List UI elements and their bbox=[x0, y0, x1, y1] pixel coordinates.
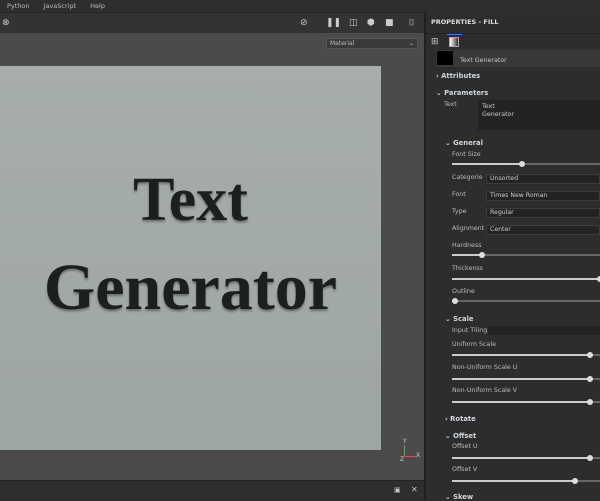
slider-thumb[interactable] bbox=[586, 376, 593, 382]
text-input[interactable]: Text Generator bbox=[478, 100, 600, 130]
menu-javascript[interactable]: JavaScript bbox=[44, 2, 77, 10]
input-tiling-field[interactable] bbox=[488, 326, 600, 335]
axis-gizmo-icon: Y X Z bbox=[398, 438, 424, 464]
type-select[interactable]: Regular bbox=[486, 208, 600, 218]
material-select-value: Material bbox=[330, 40, 355, 47]
canvas-text-line2: Generator bbox=[43, 251, 338, 324]
section-parameters[interactable]: ⌄ Parameters bbox=[436, 89, 488, 97]
font-select[interactable]: Times New Roman bbox=[486, 191, 600, 201]
screenshot-icon[interactable]: ⌷ bbox=[409, 18, 414, 28]
type-label: Type bbox=[452, 208, 467, 215]
close-icon[interactable]: ✕ bbox=[411, 485, 418, 494]
history-icon[interactable]: ⊗ bbox=[2, 18, 10, 28]
hardness-slider[interactable] bbox=[452, 252, 600, 258]
chevron-down-icon: ⌄ bbox=[408, 40, 414, 47]
font-size-label: Font Size bbox=[452, 151, 481, 158]
slider-thumb[interactable] bbox=[518, 161, 525, 167]
cube-icon[interactable]: ⬢ bbox=[367, 18, 375, 28]
video-icon[interactable]: ■ bbox=[385, 18, 394, 28]
nonuniform-scale-u-label: Non-Uniform Scale U bbox=[452, 364, 518, 371]
canvas-text-line1: Text bbox=[133, 166, 248, 234]
section-general[interactable]: ⌄ General bbox=[445, 139, 483, 147]
properties-panel: PROPERTIES - FILL ⊞ Text Generator bbox=[424, 12, 600, 500]
input-tiling-label: Input Tiling bbox=[452, 327, 488, 334]
gizmo-x: X bbox=[416, 452, 421, 459]
section-rotate[interactable]: › Rotate bbox=[445, 415, 476, 423]
slider-thumb[interactable] bbox=[586, 455, 593, 461]
panel-title: PROPERTIES - FILL bbox=[431, 18, 499, 26]
outline-slider[interactable] bbox=[451, 298, 600, 304]
alignment-select[interactable]: Center bbox=[486, 225, 600, 235]
offset-u-label: Offset U bbox=[452, 443, 478, 450]
maximize-icon[interactable]: ▣ bbox=[394, 486, 401, 494]
nonuniform-scale-u-slider[interactable] bbox=[452, 376, 600, 382]
uniform-scale-slider[interactable] bbox=[452, 352, 600, 358]
pause-icon[interactable]: ❚❚ bbox=[326, 18, 341, 28]
slider-thumb[interactable] bbox=[451, 298, 458, 304]
gizmo-y: Y bbox=[403, 438, 407, 445]
nonuniform-scale-v-label: Non-Uniform Scale V bbox=[452, 387, 518, 394]
offset-v-slider[interactable] bbox=[452, 478, 600, 484]
canvas-plate: Text Generator bbox=[0, 66, 381, 450]
menu-help[interactable]: Help bbox=[90, 2, 105, 10]
hardness-label: Hardness bbox=[452, 242, 482, 249]
slider-thumb[interactable] bbox=[478, 252, 485, 258]
section-offset[interactable]: ⌄ Offset bbox=[445, 432, 476, 440]
font-label: Font bbox=[452, 191, 466, 198]
section-scale[interactable]: ⌄ Scale bbox=[445, 315, 474, 323]
offset-u-slider[interactable] bbox=[452, 455, 600, 461]
bottom-bar: ▣ ✕ bbox=[0, 480, 424, 500]
camera-view-icon[interactable]: ◫ bbox=[349, 18, 358, 28]
outline-label: Outline bbox=[452, 288, 475, 295]
hide-icon[interactable]: ⊘ bbox=[300, 18, 308, 28]
slider-thumb[interactable] bbox=[586, 352, 593, 358]
categorie-select[interactable]: Unsorted bbox=[486, 174, 600, 184]
properties-tab-icon[interactable]: ⊞ bbox=[431, 37, 439, 47]
offset-v-label: Offset V bbox=[452, 466, 478, 473]
layer-item[interactable]: Text Generator bbox=[436, 50, 600, 67]
slider-thumb[interactable] bbox=[571, 478, 578, 484]
gizmo-z: Z bbox=[400, 456, 405, 463]
alignment-label: Alignment bbox=[452, 225, 485, 232]
text-line1: Text bbox=[482, 103, 495, 110]
uniform-scale-label: Uniform Scale bbox=[452, 341, 496, 348]
material-select[interactable]: Material ⌄ bbox=[326, 38, 418, 49]
slider-thumb[interactable] bbox=[586, 399, 593, 405]
font-size-slider[interactable] bbox=[452, 161, 600, 167]
layer-name: Text Generator bbox=[460, 57, 507, 64]
text-label: Text bbox=[444, 101, 457, 108]
menu-bar: Python JavaScript Help bbox=[0, 0, 600, 12]
section-attributes[interactable]: › Attributes bbox=[436, 72, 480, 80]
nonuniform-scale-v-slider[interactable] bbox=[452, 399, 600, 405]
thickness-label: Thickenss bbox=[452, 265, 483, 272]
thickness-slider[interactable] bbox=[452, 276, 600, 282]
viewport-toolbar: ⊗ ⊘ ❚❚ ◫ ⬢ ■ ⌷ bbox=[0, 12, 424, 33]
text-line2: Generator bbox=[482, 111, 514, 118]
menu-python[interactable]: Python bbox=[7, 2, 30, 10]
canvas-text: Text Generator bbox=[0, 166, 381, 324]
fill-tab-icon[interactable] bbox=[449, 37, 459, 47]
categorie-label: Categorie bbox=[452, 174, 483, 181]
